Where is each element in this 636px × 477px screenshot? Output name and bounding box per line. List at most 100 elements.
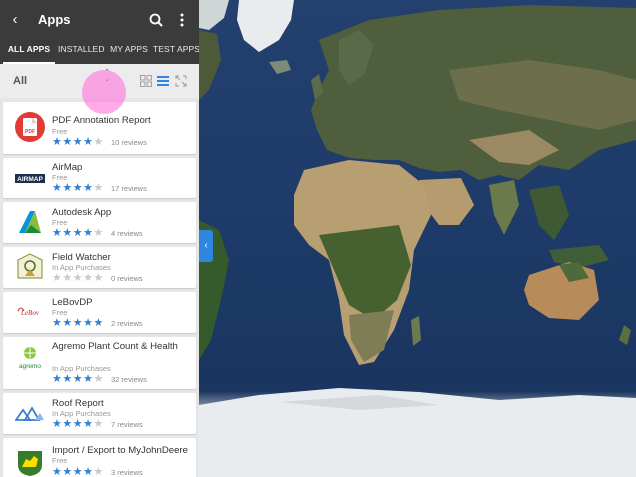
app-name: Import / Export to MyJohnDeere bbox=[52, 445, 188, 456]
list-item[interactable]: AIRMAP AirMap Free ★★★★★ 17 reviews bbox=[3, 158, 196, 198]
apps-panel: ‹ Apps ALL APPS INSTALLED MY APPS TEST A… bbox=[0, 0, 199, 477]
star-empty-icon: ★ bbox=[62, 272, 73, 284]
agremo-logo-text: agremo bbox=[19, 363, 41, 370]
app-price: Free bbox=[52, 456, 68, 465]
pdf-logo-text: PDF bbox=[25, 129, 35, 135]
back-arrow-icon[interactable]: ‹ bbox=[6, 10, 24, 30]
app-price: Free bbox=[52, 218, 68, 227]
star-empty-icon: ★ bbox=[83, 272, 94, 284]
star-filled-icon: ★ bbox=[52, 466, 63, 477]
star-rating: ★★★★★ bbox=[52, 182, 104, 194]
star-filled-icon: ★ bbox=[62, 418, 73, 430]
list-item[interactable]: Roof Report In App Purchases ★★★★★ 7 rev… bbox=[3, 393, 196, 434]
star-filled-icon: ★ bbox=[62, 136, 73, 148]
star-filled-icon: ★ bbox=[72, 317, 84, 329]
roof-report-logo bbox=[14, 398, 45, 428]
star-empty-icon: ★ bbox=[52, 272, 63, 284]
star-filled-icon: ★ bbox=[83, 182, 94, 194]
app-name: PDF Annotation Report bbox=[52, 115, 151, 126]
tab-my-apps[interactable]: MY APPS bbox=[110, 44, 148, 64]
page-title: Apps bbox=[38, 12, 71, 27]
review-count: 4 reviews bbox=[111, 229, 143, 238]
star-filled-icon: ★ bbox=[93, 317, 104, 329]
autodesk-logo bbox=[15, 207, 45, 237]
filter-label[interactable]: All bbox=[13, 75, 27, 87]
star-filled-icon: ★ bbox=[52, 182, 63, 194]
tab-installed[interactable]: INSTALLED bbox=[58, 44, 104, 64]
app-name: AirMap bbox=[52, 162, 83, 173]
star-empty-icon: ★ bbox=[93, 227, 104, 239]
star-rating: ★★★★★ bbox=[52, 467, 104, 477]
list-item[interactable]: Import / Export to MyJohnDeere Free ★★★★… bbox=[3, 438, 196, 477]
app-name: Autodesk App bbox=[52, 207, 112, 218]
list-item[interactable]: Autodesk App Free ★★★★★ 4 reviews bbox=[3, 202, 196, 243]
star-empty-icon: ★ bbox=[93, 182, 104, 194]
star-filled-icon: ★ bbox=[52, 136, 63, 148]
list-item[interactable]: LeBov LeBovDP Free ★★★★★ 2 reviews bbox=[3, 292, 196, 333]
review-count: 2 reviews bbox=[111, 319, 143, 328]
app-name: Roof Report bbox=[52, 398, 104, 409]
star-filled-icon: ★ bbox=[62, 373, 73, 385]
app-name: Field Watcher bbox=[52, 252, 111, 263]
list-view-icon[interactable] bbox=[157, 74, 169, 86]
star-filled-icon: ★ bbox=[83, 136, 94, 148]
list-item[interactable]: agremo Agremo Plant Count & Health In Ap… bbox=[3, 337, 196, 389]
review-count: 17 reviews bbox=[111, 184, 147, 193]
sort-icon[interactable]: ⌃ ⌄ bbox=[100, 69, 114, 83]
star-filled-icon: ★ bbox=[52, 418, 63, 430]
star-filled-icon: ★ bbox=[83, 227, 94, 239]
star-filled-icon: ★ bbox=[83, 466, 94, 477]
list-item[interactable]: PDF PDF Annotation Report Free ★★★★★ 10 … bbox=[3, 102, 196, 154]
filter-bar: All ⌃ ⌄ bbox=[0, 64, 199, 114]
star-empty-icon: ★ bbox=[93, 272, 104, 284]
star-filled-icon: ★ bbox=[72, 373, 84, 385]
star-filled-icon: ★ bbox=[52, 317, 63, 329]
grid-view-icon[interactable] bbox=[140, 74, 152, 87]
star-filled-icon: ★ bbox=[52, 373, 63, 385]
star-empty-icon: ★ bbox=[93, 373, 104, 385]
app-bar: ‹ Apps ALL APPS INSTALLED MY APPS TEST A… bbox=[0, 0, 199, 64]
star-rating: ★★★★★ bbox=[52, 136, 104, 148]
star-filled-icon: ★ bbox=[72, 466, 84, 477]
star-filled-icon: ★ bbox=[62, 182, 73, 194]
app-price: In App Purchases bbox=[52, 364, 111, 373]
star-rating: ★★★★★ bbox=[52, 418, 104, 430]
collapse-panel-button[interactable]: ‹ bbox=[199, 230, 213, 262]
tab-all-apps[interactable]: ALL APPS bbox=[3, 44, 55, 64]
star-empty-icon: ★ bbox=[93, 418, 104, 430]
app-name: Agremo Plant Count & Health bbox=[52, 341, 178, 352]
more-vertical-icon[interactable] bbox=[173, 10, 191, 30]
star-empty-icon: ★ bbox=[93, 136, 104, 148]
tab-bar: ALL APPS INSTALLED MY APPS TEST APPS bbox=[0, 40, 199, 64]
field-watcher-logo bbox=[15, 252, 45, 282]
agremo-logo: agremo bbox=[15, 344, 45, 374]
star-filled-icon: ★ bbox=[72, 136, 84, 148]
tab-test-apps[interactable]: TEST APPS bbox=[153, 44, 199, 64]
app-price: Free bbox=[52, 127, 68, 136]
list-item[interactable]: Field Watcher In App Purchases ★★★★★ 0 r… bbox=[3, 247, 196, 288]
search-icon[interactable] bbox=[147, 10, 165, 30]
satellite-map[interactable] bbox=[199, 0, 636, 477]
star-filled-icon: ★ bbox=[62, 227, 73, 239]
review-count: 7 reviews bbox=[111, 420, 143, 429]
star-filled-icon: ★ bbox=[62, 317, 73, 329]
star-rating: ★★★★★ bbox=[52, 373, 104, 385]
star-filled-icon: ★ bbox=[83, 418, 94, 430]
pdf-icon: PDF bbox=[15, 112, 45, 142]
expand-icon[interactable] bbox=[175, 74, 187, 87]
review-count: 10 reviews bbox=[111, 138, 147, 147]
app-list: PDF PDF Annotation Report Free ★★★★★ 10 … bbox=[0, 98, 199, 477]
star-rating: ★★★★★ bbox=[52, 272, 104, 284]
star-filled-icon: ★ bbox=[72, 182, 84, 194]
star-empty-icon: ★ bbox=[72, 272, 84, 284]
star-filled-icon: ★ bbox=[72, 418, 84, 430]
airmap-logo-text: AIRMAP bbox=[17, 176, 43, 183]
app-price: Free bbox=[52, 308, 68, 317]
star-filled-icon: ★ bbox=[52, 227, 63, 239]
app-price: Free bbox=[52, 173, 68, 182]
app-bar-top-row: ‹ Apps bbox=[0, 0, 199, 40]
john-deere-logo bbox=[15, 447, 45, 477]
app-price: In App Purchases bbox=[52, 409, 111, 418]
star-filled-icon: ★ bbox=[83, 373, 94, 385]
star-rating: ★★★★★ bbox=[52, 317, 104, 329]
